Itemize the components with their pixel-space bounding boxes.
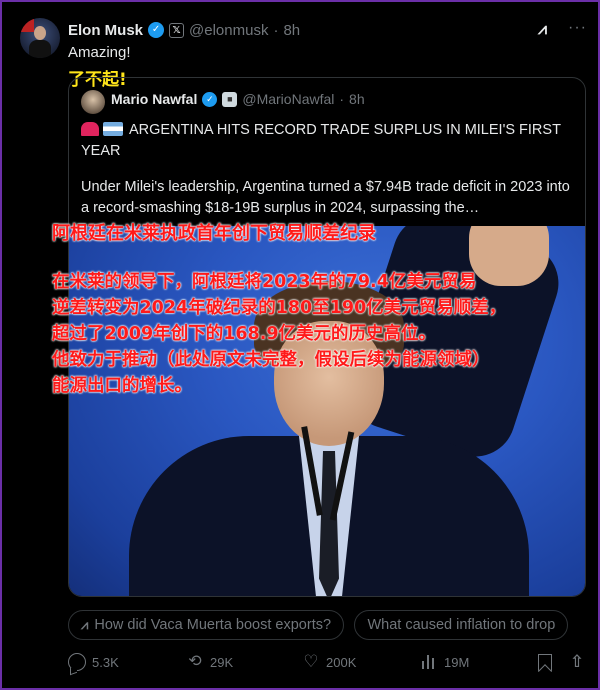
quoted-body: Under Milei's leadership, Argentina turn… (81, 179, 570, 216)
affiliate-badge-icon: ■ (222, 91, 238, 107)
reply-button[interactable]: 5.3K (68, 651, 119, 673)
translation-line: 逆差转变为2024年破纪录的180至190亿美元贸易顺差， (52, 298, 507, 318)
views-button[interactable]: 19M (420, 651, 469, 673)
tweet-text: Amazing! (68, 44, 131, 61)
bar-chart-icon (420, 653, 438, 671)
like-count: 200K (326, 654, 357, 670)
separator-dot: · (339, 91, 345, 107)
separator-dot: · (273, 21, 279, 39)
grok-suggestion-chip[interactable]: What caused inflation to drop (354, 610, 569, 640)
quoted-handle[interactable]: @MarioNawfal (242, 91, 334, 107)
repost-count: 29K (210, 654, 234, 670)
heart-icon: ♡ (303, 652, 319, 671)
quoted-avatar[interactable] (81, 90, 105, 114)
avatar-flag (20, 18, 34, 32)
grok-suggestion-label: How did Vaca Muerta boost exports? (94, 617, 332, 633)
translation-overlay: 阿根廷在米莱执政首年创下贸易顺差纪录 在米莱的领导下，阿根廷将2023年的79.… (52, 222, 592, 399)
share-icon: ⇧ (569, 652, 585, 671)
grok-suggestion-label: What caused inflation to drop (367, 617, 556, 633)
verified-check-icon: ✓ (202, 91, 218, 107)
avatar-head (34, 26, 46, 40)
bookmark-button[interactable] (538, 651, 552, 673)
translation-line: 他致力于推动（此处原文未完整，假设后续为能源领域） (52, 350, 490, 370)
action-bar: 5.3K ⟲ 29K ♡ 200K 19M ⇧ (68, 651, 590, 673)
avatar-body (29, 40, 51, 58)
avatar[interactable] (20, 18, 60, 58)
reply-count: 5.3K (92, 654, 119, 670)
argentina-flag-icon (103, 122, 123, 136)
quoted-time[interactable]: 8h (349, 91, 365, 107)
repost-icon: ⟲ (188, 653, 202, 670)
share-button[interactable]: ⇧ (568, 651, 586, 673)
tweet-header: Elon Musk ✓ 𝕏 @elonmusk · 8h (68, 19, 300, 41)
siren-icon (81, 122, 99, 136)
quoted-title: ARGENTINA HITS RECORD TRADE SURPLUS IN M… (81, 120, 577, 162)
translation-line: 在米莱的领导下，阿根廷将2023年的79.4亿美元贸易 (52, 272, 477, 292)
views-count: 19M (444, 654, 470, 670)
grok-icon: ⩘ (81, 617, 89, 632)
translation-line: 超过了2009年创下的168.9亿美元的历史高位。 (52, 324, 437, 344)
quoted-author-name[interactable]: Mario Nawfal (111, 91, 197, 107)
author-name[interactable]: Elon Musk (68, 22, 143, 39)
more-dots-icon[interactable]: ··· (568, 18, 588, 38)
quoted-header: Mario Nawfal ✓ ■ @MarioNawfal · 8h (111, 91, 365, 107)
bookmark-icon (538, 653, 552, 671)
tweet-time[interactable]: 8h (283, 22, 300, 39)
like-button[interactable]: ♡ 200K (302, 651, 356, 673)
x-logo-icon: 𝕏 (169, 22, 185, 38)
grok-suggestions: ⩘ How did Vaca Muerta boost exports? Wha… (68, 610, 600, 642)
verified-check-icon: ✓ (148, 22, 165, 38)
translation-line: 能源出口的增长。 (52, 376, 192, 396)
repost-button[interactable]: ⟲ 29K (186, 651, 233, 673)
author-handle[interactable]: @elonmusk (189, 22, 268, 39)
quoted-title-text: ARGENTINA HITS RECORD TRADE SURPLUS IN M… (81, 122, 561, 159)
translation-paragraph: 在米莱的领导下，阿根廷将2023年的79.4亿美元贸易 逆差转变为2024年破纪… (52, 269, 592, 399)
grok-icon[interactable]: ⩘ (538, 21, 560, 41)
translation-title: 阿根廷在米莱执政首年创下贸易顺差纪录 (52, 223, 376, 244)
grok-suggestion-chip[interactable]: ⩘ How did Vaca Muerta boost exports? (68, 610, 345, 640)
reply-icon (68, 653, 86, 671)
